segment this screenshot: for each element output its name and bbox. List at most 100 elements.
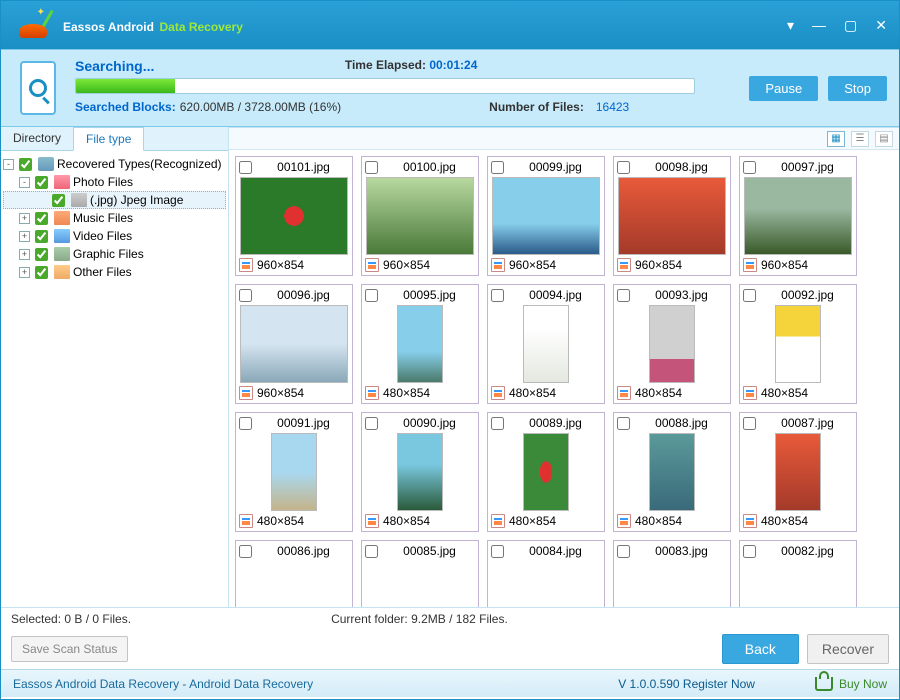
back-button[interactable]: Back [722,634,799,664]
thumbnail-item[interactable]: 00095.jpg480×854 [361,284,479,404]
thumb-checkbox[interactable] [365,417,378,430]
thumbnail-item[interactable]: 00099.jpg960×854 [487,156,605,276]
thumb-checkbox[interactable] [491,417,504,430]
title-part2: Data Recovery [159,20,242,34]
recover-button[interactable]: Recover [807,634,889,664]
thumbnail-item[interactable]: 00085.jpg [361,540,479,607]
tree-checkbox[interactable] [35,176,48,189]
thumb-preview [617,561,727,607]
thumb-dimensions: 480×854 [635,514,682,528]
tree-node-1[interactable]: -Photo Files [3,173,226,191]
thumb-checkbox[interactable] [365,545,378,558]
thumbnail-item[interactable]: 00091.jpg480×854 [235,412,353,532]
expand-icon[interactable]: - [19,177,30,188]
thumbnail-item[interactable]: 00097.jpg960×854 [739,156,857,276]
tree-node-5[interactable]: +Graphic Files [3,245,226,263]
expand-icon[interactable]: + [19,249,30,260]
thumb-checkbox[interactable] [491,289,504,302]
tab-directory[interactable]: Directory [1,127,73,150]
thumb-checkbox[interactable] [239,545,252,558]
thumbnail-item[interactable]: 00093.jpg480×854 [613,284,731,404]
thumb-dimensions: 960×854 [509,258,556,272]
stop-button[interactable]: Stop [828,76,887,101]
thumbnail-item[interactable]: 00098.jpg960×854 [613,156,731,276]
buy-now-link[interactable]: Buy Now [815,677,887,691]
tree-checkbox[interactable] [35,266,48,279]
pc-icon [38,157,54,171]
thumb-checkbox[interactable] [491,161,504,174]
thumbnail-item[interactable]: 00092.jpg480×854 [739,284,857,404]
thumb-preview [491,177,601,255]
view-thumbnails-button[interactable]: ▦ [827,131,845,147]
tree-node-3[interactable]: +Music Files [3,209,226,227]
tree-node-2[interactable]: (.jpg) Jpeg Image [3,191,226,209]
thumb-checkbox[interactable] [743,161,756,174]
thumbnail-item[interactable]: 00094.jpg480×854 [487,284,605,404]
thumb-dimensions: 960×854 [383,258,430,272]
tree-checkbox[interactable] [52,194,65,207]
thumbnail-item[interactable]: 00096.jpg 960×854 [235,284,353,404]
thumb-checkbox[interactable] [239,417,252,430]
pause-button[interactable]: Pause [749,76,818,101]
view-list-button[interactable]: ☰ [851,131,869,147]
elapsed-label: Time Elapsed: 00:01:24 [345,58,478,74]
thumb-checkbox[interactable] [239,161,252,174]
tree-node-4[interactable]: +Video Files [3,227,226,245]
thumb-checkbox[interactable] [491,545,504,558]
thumbnail-item[interactable]: 00084.jpg [487,540,605,607]
close-icon[interactable]: ✕ [875,17,887,34]
thumbnail-item[interactable]: 00082.jpg [739,540,857,607]
thumbnail-item[interactable]: 00089.jpg480×854 [487,412,605,532]
tree-checkbox[interactable] [35,212,48,225]
minimize-icon[interactable]: — [812,17,826,34]
version-register[interactable]: V 1.0.0.590 Register Now [618,677,755,691]
status-footer: Selected: 0 B / 0 Files. Current folder:… [1,607,899,629]
thumb-preview [239,305,349,383]
thumbnail-grid[interactable]: 00101.jpg960×85400100.jpg960×85400099.jp… [229,150,899,607]
thumbnail-item[interactable]: 00083.jpg [613,540,731,607]
thumb-filename: 00093.jpg [636,288,727,302]
thumb-dimensions: 960×854 [257,386,304,400]
tab-file-type[interactable]: File type [73,127,144,151]
thumb-dimensions: 480×854 [383,514,430,528]
expand-icon[interactable]: + [19,267,30,278]
tree-node-0[interactable]: -Recovered Types(Recognized) [3,155,226,173]
thumb-checkbox[interactable] [743,545,756,558]
thumb-preview [617,305,727,383]
thumbnail-item[interactable]: 00100.jpg960×854 [361,156,479,276]
action-footer: Save Scan Status Back Recover [1,629,899,669]
expand-icon[interactable]: - [3,159,14,170]
thumbnail-item[interactable]: 00101.jpg960×854 [235,156,353,276]
thumb-filename: 00096.jpg [258,288,349,302]
tree-checkbox[interactable] [35,248,48,261]
thumb-checkbox[interactable] [743,289,756,302]
thumb-checkbox[interactable] [617,545,630,558]
thumb-checkbox[interactable] [743,417,756,430]
blocks-label: Searched Blocks: [75,100,176,114]
expand-icon[interactable]: + [19,213,30,224]
thumbnail-item[interactable]: 00090.jpg480×854 [361,412,479,532]
thumb-checkbox[interactable] [617,417,630,430]
graphic-icon [54,247,70,261]
thumbnail-item[interactable]: 00088.jpg480×854 [613,412,731,532]
thumb-checkbox[interactable] [239,289,252,302]
view-details-button[interactable]: ▤ [875,131,893,147]
thumb-checkbox[interactable] [365,289,378,302]
elapsed-value: 00:01:24 [429,58,477,72]
dropdown-icon[interactable]: ▾ [787,17,794,34]
thumbnail-item[interactable]: 00086.jpg [235,540,353,607]
maximize-icon[interactable]: ▢ [844,17,857,34]
thumb-checkbox[interactable] [617,289,630,302]
thumb-checkbox[interactable] [617,161,630,174]
device-phone-icon [13,58,63,118]
thumbnail-item[interactable]: 00087.jpg480×854 [739,412,857,532]
tree-node-6[interactable]: +Other Files [3,263,226,281]
expand-icon[interactable]: + [19,231,30,242]
thumb-checkbox[interactable] [365,161,378,174]
thumb-preview [491,561,601,607]
tree-checkbox[interactable] [35,230,48,243]
other-icon [54,265,70,279]
save-scan-button[interactable]: Save Scan Status [11,636,128,662]
tree-checkbox[interactable] [19,158,32,171]
app-logo: ✦ [13,5,53,45]
